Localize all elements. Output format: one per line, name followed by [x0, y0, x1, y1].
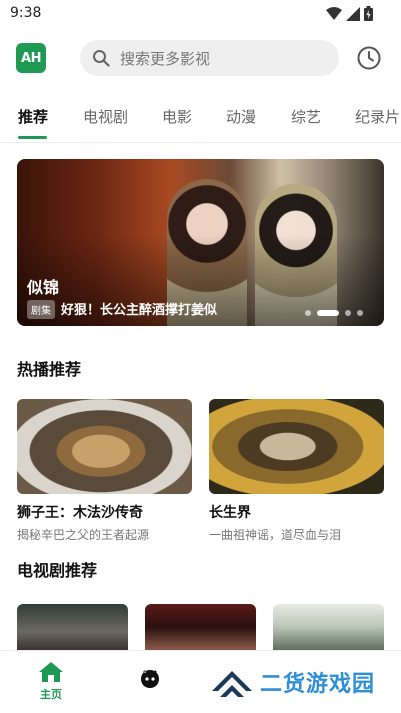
search-box[interactable]: 搜索更多影视	[80, 40, 339, 76]
section-title-drama: 电视剧推荐	[17, 561, 98, 580]
card-thumbnail	[17, 399, 192, 494]
signal-icon	[346, 6, 360, 21]
card-thumbnail	[209, 399, 384, 494]
banner-tag: 剧集	[27, 300, 55, 319]
home-icon	[39, 662, 63, 682]
status-bar: 9:38	[0, 0, 401, 28]
watermark-text: 二货游戏园	[260, 672, 376, 697]
top-bar: AH 搜索更多影视	[0, 36, 401, 82]
carousel-dot[interactable]	[345, 310, 351, 316]
tab-tv-series[interactable]: 电视剧	[83, 106, 128, 127]
drama-list	[17, 604, 384, 650]
bottom-nav: 主页 二货游戏园	[0, 650, 401, 713]
wifi-icon	[326, 6, 342, 20]
tab-documentary[interactable]: 纪录片	[355, 106, 400, 127]
banner-subtitle: 好狠！长公主醉酒撑打姜似	[61, 303, 218, 318]
card-title: 狮子王：木法沙传奇	[17, 505, 143, 521]
carousel-dots	[305, 310, 363, 316]
watermark-logo-icon	[212, 671, 252, 697]
app-logo[interactable]: AH	[16, 43, 46, 73]
carousel-dot[interactable]	[357, 310, 363, 316]
category-tabs: 推荐 电视剧 电影 动漫 综艺 纪录片	[0, 96, 401, 142]
banner-title: 似锦	[27, 278, 60, 297]
tab-variety[interactable]: 综艺	[291, 106, 321, 127]
hot-card[interactable]: 狮子王：木法沙传奇 揭秘辛巴之父的王者起源	[17, 399, 192, 543]
featured-banner[interactable]: 似锦 剧集 好狠！长公主醉酒撑打姜似	[17, 159, 384, 326]
tab-anime[interactable]: 动漫	[226, 106, 256, 127]
active-tab-indicator	[18, 136, 47, 139]
ghost-icon[interactable]	[140, 669, 160, 689]
card-description: 一曲祖神谣，道尽血与泪	[209, 528, 342, 542]
history-clock-icon[interactable]	[356, 45, 382, 71]
card-title: 长生界	[209, 505, 251, 521]
carousel-dot[interactable]	[305, 310, 311, 316]
watermark: 二货游戏园	[210, 665, 375, 699]
search-icon	[93, 50, 110, 67]
nav-home[interactable]: 主页	[36, 661, 66, 702]
status-time: 9:38	[10, 5, 42, 21]
carousel-dot-active[interactable]	[317, 310, 339, 316]
drama-thumbnail[interactable]	[273, 604, 384, 650]
tab-movies[interactable]: 电影	[162, 106, 192, 127]
search-placeholder: 搜索更多影视	[120, 49, 211, 68]
hot-card[interactable]: 长生界 一曲祖神谣，道尽血与泪	[209, 399, 384, 543]
nav-home-label: 主页	[40, 688, 62, 701]
tab-recommend[interactable]: 推荐	[18, 106, 48, 127]
divider	[0, 142, 401, 143]
status-icons	[326, 6, 373, 21]
section-title-hot: 热播推荐	[17, 360, 82, 379]
drama-thumbnail[interactable]	[145, 604, 256, 650]
card-description: 揭秘辛巴之父的王者起源	[17, 528, 150, 542]
battery-icon	[364, 6, 373, 21]
drama-thumbnail[interactable]	[17, 604, 128, 650]
